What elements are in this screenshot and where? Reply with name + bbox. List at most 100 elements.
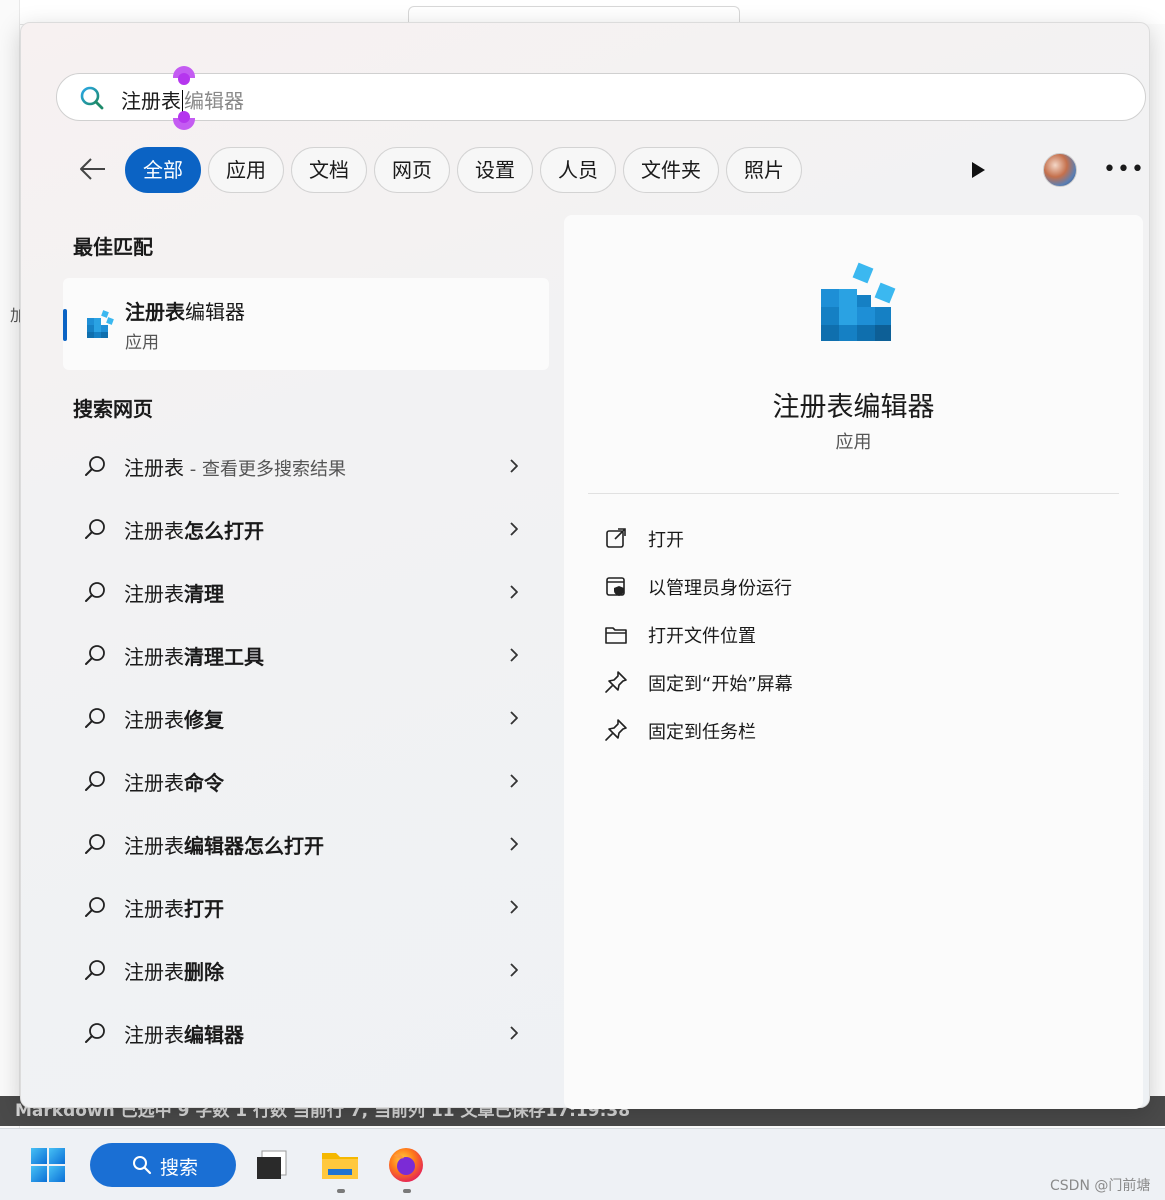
filter-tabs: 全部 应用 文档 网页 设置 人员 文件夹 照片 <box>125 147 802 193</box>
firefox-running-indicator <box>403 1189 411 1193</box>
web-suggestion-item[interactable]: 注册表编辑器怎么打开 <box>73 814 543 877</box>
task-view-icon[interactable] <box>252 1145 292 1185</box>
pin-icon <box>605 671 627 693</box>
chevron-right-icon <box>510 963 518 977</box>
filter-tab-4[interactable]: 设置 <box>457 147 533 193</box>
web-suggestion-item[interactable]: 注册表修复 <box>73 688 543 751</box>
filter-tab-3[interactable]: 网页 <box>374 147 450 193</box>
preview-pane: 注册表编辑器 应用 打开 以管理员身份运行 打开文件位置 固定到“开始”屏幕 固定到任务… <box>564 215 1143 1109</box>
search-icon <box>85 771 105 791</box>
web-suggestion-prefix: 注册表 <box>124 834 184 858</box>
chevron-right-icon <box>510 837 518 851</box>
best-match-type: 应用 <box>125 333 159 353</box>
search-icon <box>85 582 105 602</box>
taskbar-search-label: 搜索 <box>160 1157 199 1179</box>
web-suggestion-label: 注册表清理工具 <box>124 641 264 670</box>
web-suggestion-prefix: 注册表 <box>124 897 184 921</box>
search-icon <box>85 960 105 980</box>
chevron-right-icon <box>510 648 518 662</box>
chevron-right-icon <box>510 522 518 536</box>
web-suggestion-prefix: 注册表 <box>124 708 184 732</box>
search-icon <box>85 1023 105 1043</box>
web-suggestion-label: 注册表删除 <box>124 956 224 985</box>
best-match-result[interactable]: 注册表编辑器 应用 <box>63 278 549 370</box>
web-suggestion-bold: 命令 <box>184 771 224 795</box>
filter-tab-6[interactable]: 文件夹 <box>623 147 719 193</box>
chevron-right-icon <box>510 459 518 473</box>
web-suggestion-list: 注册表 - 查看更多搜索结果 注册表怎么打开 注册表清理 注册表清理工具 注册表修复 注册… <box>73 436 543 1066</box>
search-icon <box>85 645 105 665</box>
web-suggestion-item[interactable]: 注册表删除 <box>73 940 543 1003</box>
web-suggestion-hint: - 查看更多搜索结果 <box>184 459 346 480</box>
filter-tab-7[interactable]: 照片 <box>726 147 802 193</box>
file-explorer-icon[interactable] <box>320 1145 360 1185</box>
registry-editor-large-icon <box>821 262 896 341</box>
web-suggestion-prefix: 注册表 <box>124 456 184 480</box>
preview-app-type: 应用 <box>835 432 872 453</box>
search-icon <box>85 519 105 539</box>
search-query[interactable]: 注册表 编辑器 <box>121 85 244 114</box>
selection-handle-dot-bottom <box>178 111 190 123</box>
web-suggestion-item[interactable]: 注册表打开 <box>73 877 543 940</box>
registry-editor-icon <box>87 310 114 338</box>
web-suggestion-label: 注册表打开 <box>124 893 224 922</box>
search-panel: 注册表 编辑器 全部 应用 文档 网页 设置 人员 文件夹 照片 ••• 最佳匹配 <box>20 22 1150 1109</box>
chevron-right-icon <box>510 1026 518 1040</box>
user-avatar[interactable] <box>1043 153 1077 187</box>
preview-action-label: 打开 <box>648 530 684 551</box>
web-suggestion-label: 注册表编辑器怎么打开 <box>124 830 324 859</box>
search-autocomplete-text: 编辑器 <box>184 89 244 113</box>
web-suggestion-label: 注册表修复 <box>124 704 224 733</box>
best-match-heading: 最佳匹配 <box>73 235 153 259</box>
filter-tab-2[interactable]: 文档 <box>291 147 367 193</box>
web-suggestion-bold: 怎么打开 <box>184 519 264 543</box>
text-caret <box>182 90 183 112</box>
play-icon[interactable] <box>967 159 989 181</box>
web-suggestion-label: 注册表怎么打开 <box>124 515 264 544</box>
search-input[interactable]: 注册表 编辑器 <box>56 66 1146 130</box>
web-suggestion-bold: 修复 <box>184 708 224 732</box>
web-suggestion-label: 注册表清理 <box>124 578 224 607</box>
background-sidebar: 加 <box>0 0 26 1130</box>
shield-admin-icon <box>606 577 625 596</box>
folder-icon <box>605 627 627 644</box>
more-options-icon[interactable]: ••• <box>1103 159 1145 181</box>
web-suggestion-label: 注册表编辑器 <box>124 1019 244 1048</box>
web-suggestion-label: 注册表 - 查看更多搜索结果 <box>124 452 346 481</box>
preview-app-name: 注册表编辑器 <box>772 392 935 423</box>
taskbar-search-button[interactable]: 搜索 <box>90 1143 236 1187</box>
taskbar-search-icon <box>133 1156 152 1175</box>
web-suggestion-bold: 删除 <box>184 960 224 984</box>
chevron-right-icon <box>510 900 518 914</box>
web-suggestion-item[interactable]: 注册表怎么打开 <box>73 499 543 562</box>
web-suggestion-item[interactable]: 注册表编辑器 <box>73 1003 543 1066</box>
web-search-heading: 搜索网页 <box>73 397 153 421</box>
search-icon <box>85 897 105 917</box>
filter-tab-5[interactable]: 人员 <box>540 147 616 193</box>
watermark-text: CSDN @门前塘 <box>1050 1178 1151 1194</box>
web-suggestion-prefix: 注册表 <box>124 960 184 984</box>
filter-tab-0[interactable]: 全部 <box>125 147 201 193</box>
search-icon <box>85 834 105 854</box>
best-match-name-rest: 编辑器 <box>185 300 245 324</box>
web-suggestion-item[interactable]: 注册表命令 <box>73 751 543 814</box>
back-arrow-icon[interactable] <box>77 153 109 185</box>
selection-accent-bar <box>63 309 67 341</box>
filter-tab-1[interactable]: 应用 <box>208 147 284 193</box>
chevron-right-icon <box>510 585 518 599</box>
web-suggestion-item[interactable]: 注册表清理 <box>73 562 543 625</box>
pin-icon <box>605 719 627 741</box>
firefox-icon[interactable] <box>386 1145 426 1185</box>
chevron-right-icon <box>510 711 518 725</box>
windows-start-icon[interactable] <box>30 1147 66 1183</box>
preview-divider <box>588 493 1119 494</box>
web-suggestion-item[interactable]: 注册表 - 查看更多搜索结果 <box>73 436 543 499</box>
chevron-right-icon <box>510 774 518 788</box>
web-suggestion-item[interactable]: 注册表清理工具 <box>73 625 543 688</box>
web-suggestion-bold: 编辑器 <box>184 1023 244 1047</box>
best-match-name-bold: 注册表 <box>125 300 185 324</box>
web-suggestion-bold: 清理工具 <box>184 645 264 669</box>
search-typed-text: 注册表 <box>121 89 181 113</box>
best-match-name: 注册表编辑器 <box>125 296 245 325</box>
search-icon <box>80 86 104 110</box>
